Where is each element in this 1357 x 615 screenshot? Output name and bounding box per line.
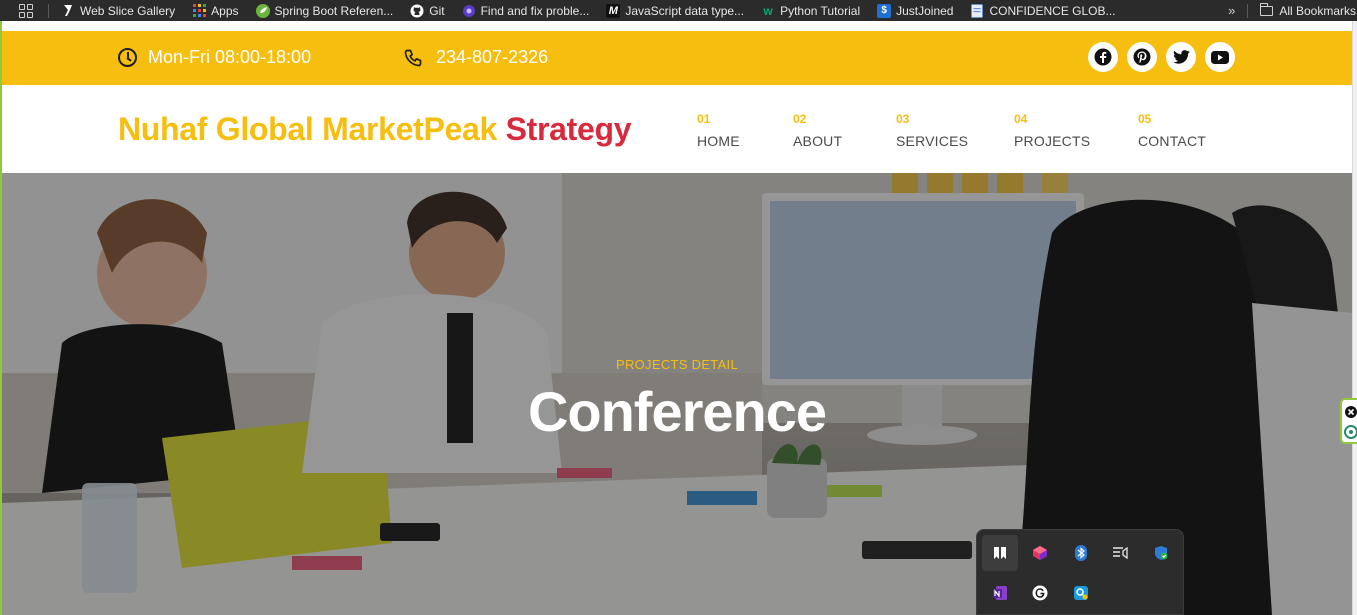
bookmark-javascript-data-types[interactable]: M JavaScript data type...: [606, 3, 745, 18]
cube-app-icon[interactable]: [1022, 535, 1058, 571]
nav-label: ABOUT: [793, 133, 843, 149]
grammarly-icon[interactable]: [1022, 575, 1058, 611]
apps-icon: [192, 4, 206, 18]
nav-projects[interactable]: 04 PROJECTS: [1014, 112, 1090, 149]
nav-label: CONTACT: [1138, 133, 1207, 149]
facebook-icon[interactable]: [1088, 42, 1118, 72]
bookmark-app-icon[interactable]: [982, 535, 1018, 571]
nav-contact[interactable]: 05 CONTACT: [1138, 112, 1206, 149]
bookmark-label: Find and fix proble...: [480, 3, 590, 18]
w3-icon: w: [763, 3, 773, 18]
onenote-icon[interactable]: [982, 575, 1018, 611]
youtube-icon[interactable]: [1205, 42, 1235, 72]
close-icon: [1344, 406, 1357, 439]
bookmark-spring-boot[interactable]: Spring Boot Referen...: [255, 3, 394, 18]
nav-number: 02: [793, 112, 807, 126]
nav-number: 05: [1138, 112, 1152, 126]
bookmark-justjoined[interactable]: $ JustJoined: [877, 3, 954, 18]
bookmark-label: JustJoined: [896, 3, 954, 18]
hero-subtitle: PROJECTS DETAIL: [615, 357, 738, 372]
nav-label: PROJECTS: [1014, 133, 1091, 149]
justjoined-icon: $: [877, 3, 892, 18]
nav-label: HOME: [697, 133, 740, 149]
bookmark-web-slice-gallery[interactable]: Web Slice Gallery: [61, 4, 175, 18]
bookmarks-divider: [1247, 3, 1249, 18]
bookmarks-divider: [48, 3, 49, 18]
side-widget[interactable]: [1340, 398, 1357, 444]
nav-number: 03: [896, 112, 910, 126]
page-scrollbar[interactable]: [1352, 21, 1357, 615]
security-shield-icon[interactable]: [1143, 535, 1179, 571]
nav-home[interactable]: 01 HOME: [697, 112, 740, 149]
bookmark-label: Python Tutorial: [780, 3, 861, 18]
nav-label: SERVICES: [896, 133, 969, 149]
folder-icon: [1260, 2, 1274, 16]
twitter-icon[interactable]: [1166, 42, 1196, 72]
brand-accent: Strategy: [505, 111, 632, 147]
brand-name: Nuhaf Global MarketPeak: [118, 111, 497, 147]
display-settings-icon[interactable]: [1103, 535, 1139, 571]
all-bookmarks-link[interactable]: All Bookmarks: [1279, 4, 1356, 18]
nav-number: 01: [697, 112, 711, 126]
nav-services[interactable]: 03 SERVICES: [896, 112, 968, 149]
contact-topbar: Mon-Fri 08:00-18:00 234-807-2326: [2, 31, 1352, 85]
site-logo[interactable]: Nuhaf Global MarketPeak Strategy: [118, 111, 632, 148]
main-navbar: Nuhaf Global MarketPeak Strategy 01 HOME…: [2, 85, 1352, 173]
search-app-icon[interactable]: [1063, 575, 1099, 611]
nav-number: 04: [1014, 112, 1028, 126]
web-page: Mon-Fri 08:00-18:00 234-807-2326 Nuhaf G…: [0, 21, 1352, 615]
bookmark-find-fix[interactable]: Find and fix proble...: [462, 3, 590, 18]
bookmark-label: Web Slice Gallery: [80, 3, 176, 18]
apps-grid-icon[interactable]: [19, 3, 33, 18]
bookmark-git[interactable]: Git: [410, 3, 445, 18]
phone-contact[interactable]: 234-807-2326: [403, 47, 548, 68]
business-hours: Mon-Fri 08:00-18:00: [118, 47, 311, 68]
bookmark-label: Spring Boot Referen...: [274, 3, 394, 18]
bookmarks-bar: Web Slice Gallery Apps Spring Boot Refer…: [0, 0, 1357, 21]
bookmark-label: Apps: [211, 3, 239, 18]
clock-icon: [118, 48, 137, 67]
hero-title: Conference: [527, 380, 827, 443]
github-icon: [410, 4, 424, 18]
social-links: [1088, 42, 1235, 72]
system-tray-flyout: [976, 529, 1184, 615]
bookmark-confidence-global[interactable]: CONFIDENCE GLOB...: [970, 3, 1116, 18]
phone-text: 234-807-2326: [436, 47, 549, 67]
bookmark-apps[interactable]: Apps: [192, 3, 239, 18]
bookmark-label: CONFIDENCE GLOB...: [989, 3, 1116, 18]
pinterest-icon[interactable]: [1127, 42, 1157, 72]
doc-icon: [970, 3, 984, 18]
more-bookmarks-chevron[interactable]: »: [1228, 3, 1235, 18]
bookmark-label: Git: [429, 3, 445, 18]
bookmark-label: JavaScript data type...: [625, 3, 745, 18]
phone-icon: [404, 49, 422, 66]
spring-icon: [255, 3, 270, 18]
web-slice-icon: [61, 4, 75, 18]
bookmark-python-tutorial[interactable]: w Python Tutorial: [761, 4, 860, 18]
bluetooth-icon[interactable]: [1063, 535, 1099, 571]
nav-about[interactable]: 02 ABOUT: [793, 112, 842, 149]
circle-icon: [462, 4, 476, 18]
hours-text: Mon-Fri 08:00-18:00: [148, 47, 312, 67]
m-icon: M: [606, 3, 621, 18]
